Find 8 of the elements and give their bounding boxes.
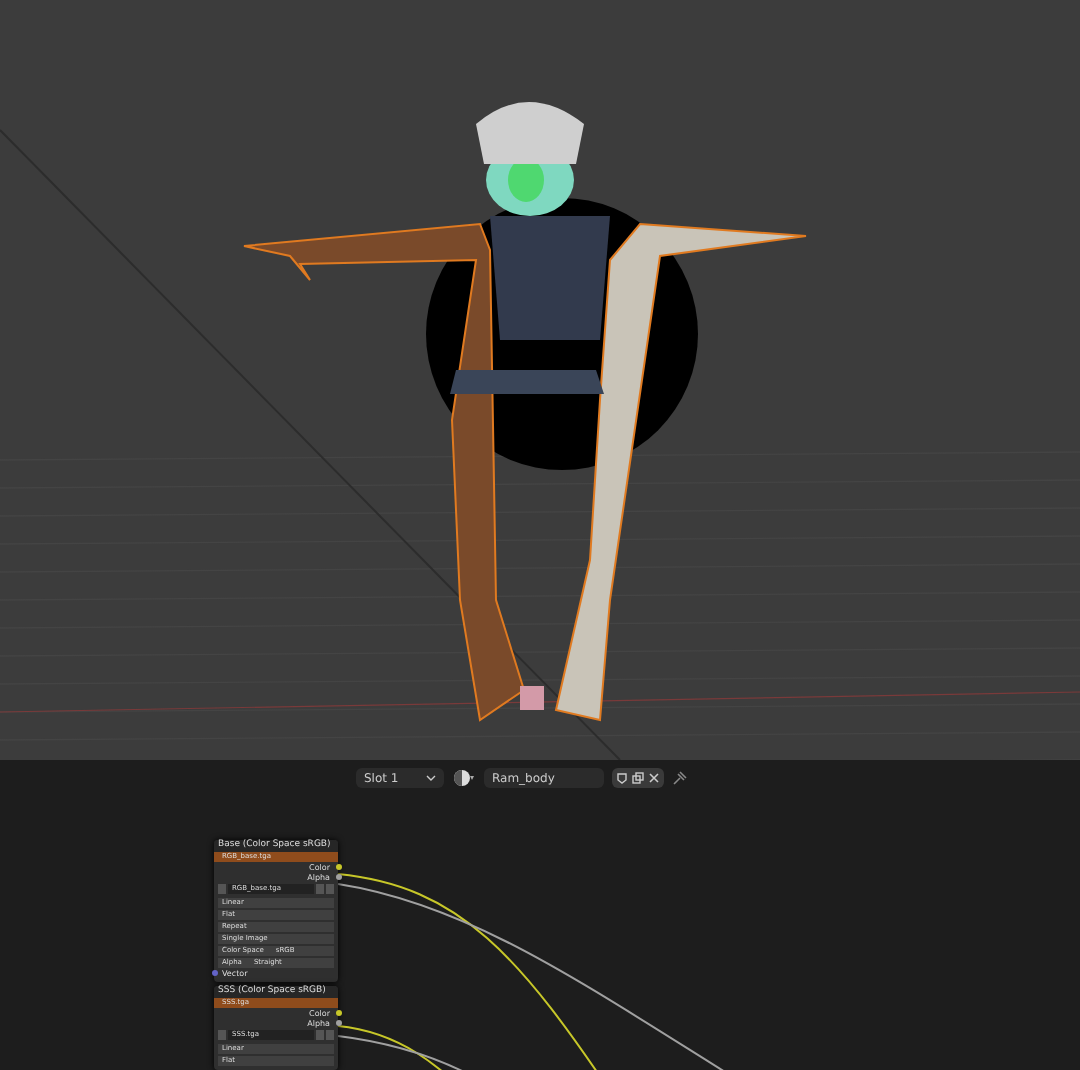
socket-icon[interactable] [211,970,217,976]
shield-icon[interactable] [616,772,628,784]
close-icon[interactable] [648,772,660,784]
caret-icon [426,774,436,782]
material-sphere-icon[interactable] [452,768,476,788]
pin-icon[interactable] [672,770,688,786]
3d-viewport[interactable] [0,0,1080,760]
copy-icon[interactable] [632,772,644,784]
